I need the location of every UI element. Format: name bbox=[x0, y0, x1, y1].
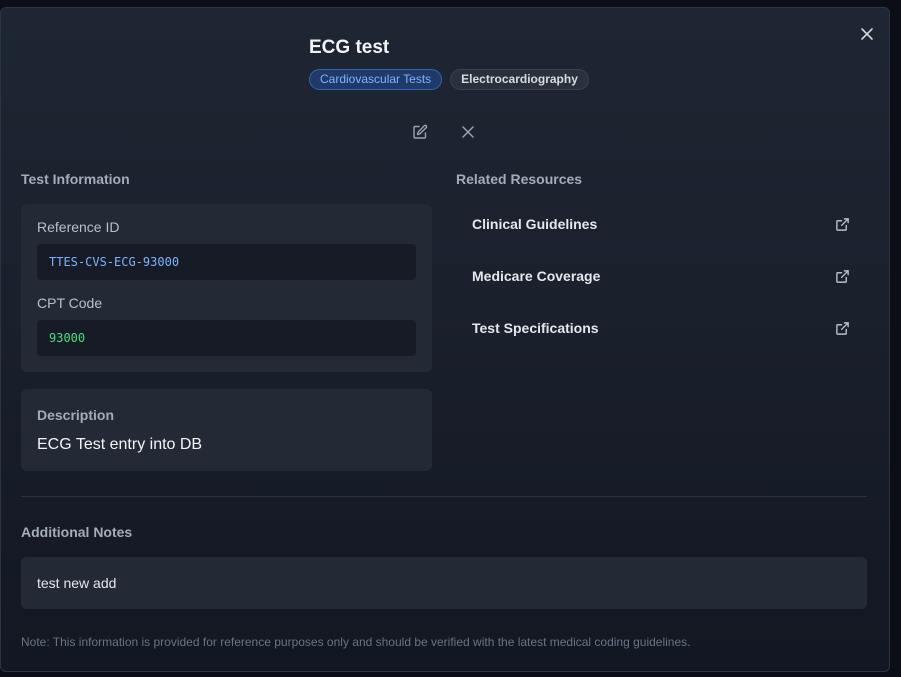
description-label: Description bbox=[37, 407, 115, 423]
external-link-icon bbox=[836, 269, 849, 283]
disclaimer-note: Note: This information is provided for r… bbox=[21, 635, 691, 649]
resource-label: Medicare Coverage bbox=[472, 268, 601, 284]
description-card: Description ECG Test entry into DB bbox=[21, 389, 432, 471]
cancel-edit-button[interactable] bbox=[458, 122, 478, 142]
edit-button[interactable] bbox=[410, 122, 430, 142]
modal-close-button[interactable] bbox=[858, 25, 876, 43]
subcategory-badge: Electrocardiography bbox=[450, 69, 589, 90]
additional-notes-card: test new add bbox=[21, 557, 867, 609]
resource-link-clinical-guidelines[interactable]: Clinical Guidelines bbox=[456, 204, 866, 244]
close-icon bbox=[861, 28, 873, 40]
description-value: ECG Test entry into DB bbox=[37, 436, 203, 453]
test-detail-modal: ECG test Cardiovascular Tests Electrocar… bbox=[0, 7, 890, 672]
resource-label: Test Specifications bbox=[472, 320, 599, 336]
reference-id-label: Reference ID bbox=[37, 219, 120, 235]
resource-link-medicare-coverage[interactable]: Medicare Coverage bbox=[456, 256, 866, 296]
reference-id-value[interactable]: TTES-CVS-ECG-93000 bbox=[37, 244, 416, 280]
resource-link-test-specifications[interactable]: Test Specifications bbox=[456, 308, 866, 348]
related-resources-heading: Related Resources bbox=[456, 171, 583, 187]
close-icon bbox=[462, 126, 474, 138]
category-badges: Cardiovascular Tests Electrocardiography bbox=[309, 69, 589, 90]
cpt-code-label: CPT Code bbox=[37, 295, 103, 311]
edit-icon bbox=[413, 124, 428, 139]
test-identifiers-card: Reference ID TTES-CVS-ECG-93000 CPT Code… bbox=[21, 204, 432, 372]
additional-notes-heading: Additional Notes bbox=[21, 524, 133, 540]
category-badge: Cardiovascular Tests bbox=[309, 69, 443, 90]
additional-notes-value: test new add bbox=[37, 575, 117, 591]
external-link-icon bbox=[836, 217, 849, 231]
section-divider bbox=[21, 496, 867, 497]
external-link-icon bbox=[836, 321, 849, 335]
resource-label: Clinical Guidelines bbox=[472, 216, 598, 232]
test-information-heading: Test Information bbox=[21, 171, 130, 187]
cpt-code-value[interactable]: 93000 bbox=[37, 320, 416, 356]
page-title: ECG test bbox=[309, 37, 390, 58]
